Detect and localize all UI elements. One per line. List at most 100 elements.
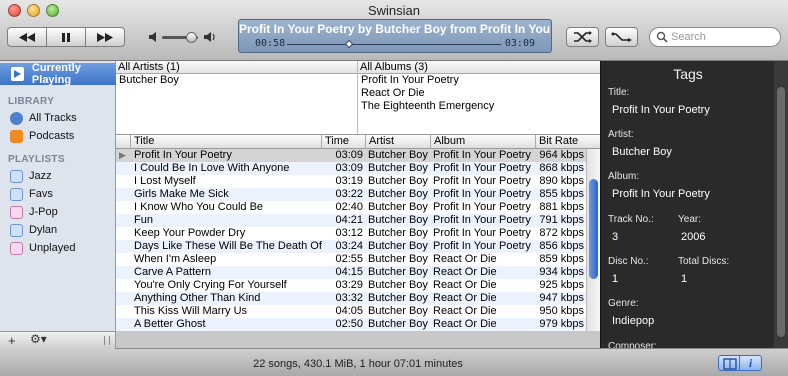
artists-header[interactable]: All Artists (1)	[116, 61, 357, 74]
progress-bar[interactable]	[287, 44, 501, 45]
tracks-scrollbar[interactable]	[586, 149, 600, 331]
tracks-scrollbar-thumb[interactable]	[589, 179, 598, 279]
tag-title-field[interactable]: Profit In Your Poetry	[612, 104, 710, 116]
tags-scrollbar[interactable]	[774, 61, 788, 348]
add-playlist-button[interactable]: +	[8, 333, 16, 348]
repeat-button[interactable]	[605, 27, 638, 47]
track-album-cell: Profit In Your Poetry	[433, 201, 531, 213]
album-item[interactable]: React Or Die	[358, 87, 600, 100]
shuffle-button[interactable]	[566, 27, 599, 47]
repeat-icon	[611, 32, 632, 42]
artists-browser: All Artists (1) Butcher Boy	[116, 61, 358, 134]
search-field[interactable]	[649, 27, 781, 47]
playlists-heading: PLAYLISTS	[8, 154, 65, 165]
volume-slider-knob[interactable]	[185, 32, 197, 43]
tag-total-discs-field[interactable]: 1	[681, 273, 687, 285]
sidebar-item-podcasts[interactable]: Podcasts	[10, 127, 74, 145]
table-row[interactable]: This Kiss Will Marry Us 04:05 Butcher Boy R…	[116, 305, 586, 318]
column-header-title[interactable]: Title	[131, 135, 322, 149]
column-header-time[interactable]: Time	[322, 135, 366, 149]
tag-track-no-field[interactable]: 3	[612, 231, 618, 243]
sidebar-item-favs[interactable]: Favs	[10, 185, 53, 203]
album-item[interactable]: Profit In Your Poetry	[358, 74, 600, 87]
tag-artist-label: Artist:	[608, 129, 634, 140]
track-time-cell: 03:24	[335, 240, 363, 252]
window-title: Swinsian	[367, 3, 421, 18]
track-time-cell: 04:21	[335, 214, 363, 226]
sidebar-item-jazz[interactable]: Jazz	[10, 167, 52, 185]
track-artist-cell: Butcher Boy	[368, 318, 428, 330]
toggle-browser-button[interactable]	[718, 355, 740, 371]
info-icon: i	[748, 356, 753, 370]
column-header-bitrate[interactable]: Bit Rate	[536, 135, 600, 149]
pause-icon	[62, 32, 70, 42]
play-pause-button[interactable]	[47, 27, 85, 47]
track-album-cell: React Or Die	[433, 253, 497, 265]
track-artist-cell: Butcher Boy	[368, 266, 428, 278]
resize-grip-icon[interactable]	[104, 336, 110, 345]
tag-disc-no-field[interactable]: 1	[612, 273, 618, 285]
library-summary: 22 songs, 430.1 MiB, 1 hour 07:01 minute…	[253, 358, 463, 370]
next-track-button[interactable]	[85, 27, 125, 47]
tag-genre-field[interactable]: Indiepop	[612, 315, 654, 327]
playlist-icon	[10, 223, 23, 237]
table-row[interactable]: I Lost Myself 03:19 Butcher Boy Profit In Y…	[116, 175, 586, 188]
table-row[interactable]: Keep Your Powder Dry 03:12 Butcher Boy Prof…	[116, 227, 586, 240]
status-bar: 22 songs, 430.1 MiB, 1 hour 07:01 minute…	[116, 348, 788, 376]
table-row[interactable]: Carve A Pattern 04:15 Butcher Boy React Or …	[116, 266, 586, 279]
sidebar-item-unplayed[interactable]: Unplayed	[10, 239, 75, 257]
track-bitrate-cell: 881 kbps	[539, 201, 584, 213]
search-input[interactable]	[671, 30, 775, 44]
column-header-album[interactable]: Album	[431, 135, 536, 149]
podcast-icon	[10, 129, 23, 143]
all-tracks-icon	[10, 111, 23, 125]
table-row[interactable]: You're Only Crying For Yourself 03:29 Butc…	[116, 279, 586, 292]
track-time-cell: 02:50	[335, 318, 363, 330]
toggle-tags-button[interactable]: i	[740, 355, 762, 371]
table-row[interactable]: I Know Who You Could Be 02:40 Butcher Boy P…	[116, 201, 586, 214]
track-title-cell: Anything Other Than Kind	[134, 292, 261, 304]
table-row[interactable]: A Better Ghost 02:50 Butcher Boy React Or D…	[116, 318, 586, 331]
tag-album-field[interactable]: Profit In Your Poetry	[612, 188, 710, 200]
track-title-cell: Keep Your Powder Dry	[134, 227, 246, 239]
tag-total-discs-label: Total Discs:	[678, 256, 730, 267]
tags-panel: Tags Title: Profit In Your Poetry Artist…	[600, 61, 774, 352]
tag-artist-field[interactable]: Butcher Boy	[612, 146, 672, 158]
column-header-artist[interactable]: Artist	[366, 135, 431, 149]
track-time-cell: 03:22	[335, 188, 363, 200]
sidebar-item-currently-playing[interactable]: Currently Playing	[0, 62, 116, 86]
track-title-cell: Days Like These Will Be The Death Of Me	[134, 240, 322, 252]
sidebar-item-dylan[interactable]: Dylan	[10, 221, 57, 239]
artist-item[interactable]: Butcher Boy	[116, 74, 357, 87]
track-album-cell: React Or Die	[433, 266, 497, 278]
table-row[interactable]: ▶ Profit In Your Poetry 03:09 Butcher Boy Pr…	[116, 149, 586, 162]
smart-playlist-icon	[10, 241, 23, 255]
track-album-cell: Profit In Your Poetry	[433, 188, 531, 200]
left-status-bar	[0, 349, 116, 376]
albums-header[interactable]: All Albums (3)	[358, 61, 600, 74]
tag-year-label: Year:	[678, 214, 701, 225]
track-bitrate-cell: 855 kbps	[539, 188, 584, 200]
track-time-cell: 02:55	[335, 253, 363, 265]
tags-scrollbar-thumb[interactable]	[777, 87, 785, 337]
sidebar-item-all-tracks[interactable]: All Tracks	[10, 109, 77, 127]
table-row[interactable]: Anything Other Than Kind 03:32 Butcher Boy…	[116, 292, 586, 305]
sidebar-item-j-pop[interactable]: J-Pop	[10, 203, 58, 221]
table-row[interactable]: Days Like These Will Be The Death Of Me 0…	[116, 240, 586, 253]
progress-knob[interactable]	[344, 39, 354, 49]
track-bitrate-cell: 947 kbps	[539, 292, 584, 304]
track-artist-cell: Butcher Boy	[368, 292, 428, 304]
previous-track-button[interactable]	[7, 27, 47, 47]
table-row[interactable]: When I'm Asleep 02:55 Butcher Boy React Or …	[116, 253, 586, 266]
table-row[interactable]: Fun 04:21 Butcher Boy Profit In Your Poetry…	[116, 214, 586, 227]
table-row[interactable]: I Could Be In Love With Anyone 03:09 Butch…	[116, 162, 586, 175]
track-title-cell: Fun	[134, 214, 153, 226]
tracks-table: Title Time Artist Album Bit Rate ▶ Profit…	[116, 134, 600, 331]
table-row[interactable]: Girls Make Me Sick 03:22 Butcher Boy Profit…	[116, 188, 586, 201]
play-icon	[11, 67, 24, 81]
tag-year-field[interactable]: 2006	[681, 231, 705, 243]
album-item[interactable]: The Eighteenth Emergency	[358, 100, 600, 113]
gear-menu-button[interactable]: ⚙▾	[30, 332, 47, 346]
column-header-status[interactable]	[116, 135, 131, 149]
playlist-icon	[10, 187, 23, 201]
